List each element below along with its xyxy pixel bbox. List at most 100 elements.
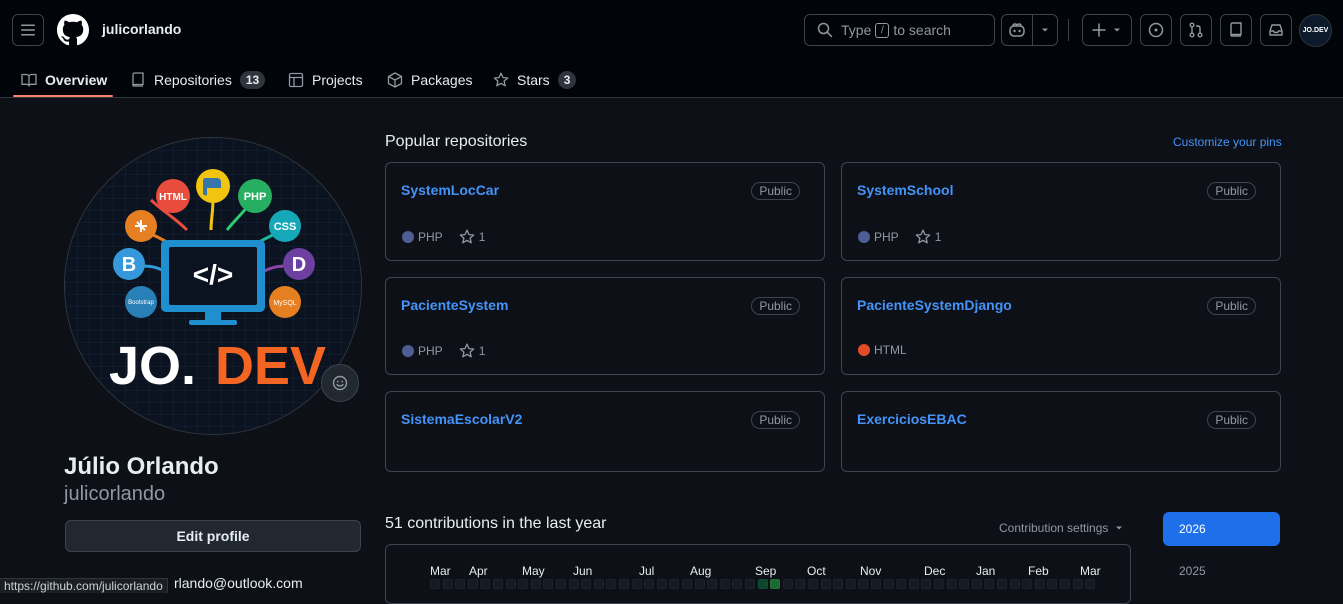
year-button-2025[interactable]: 2025 [1163, 554, 1280, 588]
copilot-dropdown-button[interactable] [1032, 14, 1058, 46]
contribution-cell[interactable] [669, 579, 680, 589]
contribution-cell[interactable] [543, 579, 554, 589]
contribution-cell[interactable] [896, 579, 907, 589]
contribution-cell[interactable] [971, 579, 982, 589]
github-logo-icon[interactable] [57, 14, 89, 46]
contribution-cell[interactable] [1060, 579, 1070, 589]
user-avatar-menu[interactable]: JO.DEV [1299, 14, 1332, 47]
contribution-cell[interactable] [883, 579, 894, 589]
repo-name-link[interactable]: ExerciciosEBAC [857, 411, 967, 427]
contribution-cell[interactable] [606, 579, 617, 589]
contribution-cell[interactable] [719, 579, 730, 589]
issue-opened-icon [1148, 22, 1164, 38]
contribution-cell[interactable] [1022, 579, 1033, 589]
contribution-cell[interactable] [707, 579, 718, 589]
contribution-cell[interactable] [959, 579, 970, 589]
contribution-cell[interactable] [556, 579, 566, 589]
contribution-cell[interactable] [467, 579, 478, 589]
star-count: 1 [478, 230, 486, 244]
contribution-cell[interactable] [845, 579, 856, 589]
contribution-cell[interactable] [782, 579, 793, 589]
tab-overview[interactable]: Overview [21, 62, 107, 98]
contribution-cell[interactable] [820, 579, 831, 589]
repo-name-link[interactable]: SystemLocCar [401, 182, 499, 198]
copilot-icon [1009, 23, 1025, 37]
tab-projects[interactable]: Projects [288, 62, 363, 98]
contribution-cell[interactable] [997, 579, 1007, 589]
profile-avatar[interactable]: HTML PHP CSS B D Bootstrap MySQL </> JO.… [64, 137, 362, 435]
month-label: Mar [1080, 564, 1101, 578]
copilot-button[interactable] [1001, 14, 1033, 46]
contribution-settings-dropdown[interactable]: Contribution settings [999, 521, 1124, 535]
edit-profile-button[interactable]: Edit profile [65, 520, 361, 552]
year-button-2026[interactable]: 2026 [1163, 512, 1280, 546]
profile-email[interactable]: rlando@outlook.com [174, 575, 303, 591]
create-new-button[interactable] [1082, 14, 1132, 46]
contribution-cell[interactable] [1047, 579, 1058, 589]
contribution-cell[interactable] [682, 579, 692, 589]
repo-stars[interactable]: 1 [459, 229, 486, 245]
contribution-cell[interactable] [505, 579, 516, 589]
set-status-button[interactable] [321, 364, 359, 402]
contribution-cell[interactable] [430, 579, 440, 589]
contribution-cell[interactable] [619, 579, 629, 589]
contribution-cell[interactable] [631, 579, 642, 589]
contribution-cell[interactable] [833, 579, 844, 589]
repositories-button[interactable] [1220, 14, 1252, 46]
logo-bootstrap-label: Bootstrap [128, 300, 154, 306]
customize-pins-link[interactable]: Customize your pins [1173, 135, 1282, 149]
logo-html-label: HTML [159, 192, 187, 203]
language-color-dot [402, 231, 414, 243]
contribution-cell[interactable] [858, 579, 869, 589]
contribution-cell[interactable] [581, 579, 592, 589]
repo-name-link[interactable]: PacienteSystemDjango [857, 297, 1012, 313]
contribution-cell[interactable] [568, 579, 579, 589]
contribution-cell[interactable] [656, 579, 667, 589]
repo-stars[interactable]: 1 [915, 229, 941, 245]
smiley-icon [332, 375, 348, 391]
contribution-cell[interactable] [732, 579, 743, 589]
jodev-logo-icon: HTML PHP CSS B D Bootstrap MySQL </> JO.… [65, 138, 361, 434]
contribution-cell[interactable] [1085, 579, 1096, 589]
issues-button[interactable] [1140, 14, 1172, 46]
tab-stars[interactable]: Stars 3 [493, 62, 577, 98]
contribution-cell[interactable] [921, 579, 932, 589]
star-icon [493, 72, 509, 87]
contribution-cell[interactable] [455, 579, 466, 589]
contribution-cell[interactable] [908, 579, 919, 589]
contribution-cell[interactable] [946, 579, 957, 589]
search-input[interactable]: Type / to search [804, 14, 995, 46]
tab-repositories[interactable]: Repositories 13 [130, 62, 266, 98]
contribution-cell[interactable] [757, 579, 768, 589]
visibility-badge: Public [1207, 182, 1256, 200]
logo-css-label: CSS [274, 221, 297, 233]
contribution-cell[interactable] [770, 579, 781, 589]
tab-packages[interactable]: Packages [387, 62, 472, 98]
menu-button[interactable] [12, 14, 44, 46]
contribution-cell[interactable] [694, 579, 705, 589]
contribution-cell[interactable] [493, 579, 503, 589]
repo-name-link[interactable]: SistemaEscolarV2 [401, 411, 522, 427]
contribution-cell[interactable] [808, 579, 818, 589]
inbox-button[interactable] [1260, 14, 1292, 46]
contribution-cell[interactable] [1009, 579, 1020, 589]
contribution-cell[interactable] [518, 579, 529, 589]
contribution-cell[interactable] [871, 579, 881, 589]
pull-requests-button[interactable] [1180, 14, 1212, 46]
repo-stars[interactable]: 1 [459, 343, 485, 359]
contribution-cell[interactable] [984, 579, 995, 589]
contribution-cell[interactable] [442, 579, 453, 589]
contribution-cell[interactable] [644, 579, 655, 589]
month-label: Oct [807, 564, 826, 578]
repo-name-link[interactable]: PacienteSystem [401, 297, 508, 313]
repo-name-link[interactable]: SystemSchool [857, 182, 953, 198]
contribution-cell[interactable] [593, 579, 604, 589]
header-username[interactable]: julicorlando [102, 21, 181, 37]
contribution-cell[interactable] [795, 579, 806, 589]
contribution-cell[interactable] [745, 579, 755, 589]
contribution-cell[interactable] [1034, 579, 1045, 589]
contribution-cell[interactable] [934, 579, 944, 589]
contribution-cell[interactable] [530, 579, 541, 589]
contribution-cell[interactable] [480, 579, 491, 589]
contribution-cell[interactable] [1072, 579, 1083, 589]
